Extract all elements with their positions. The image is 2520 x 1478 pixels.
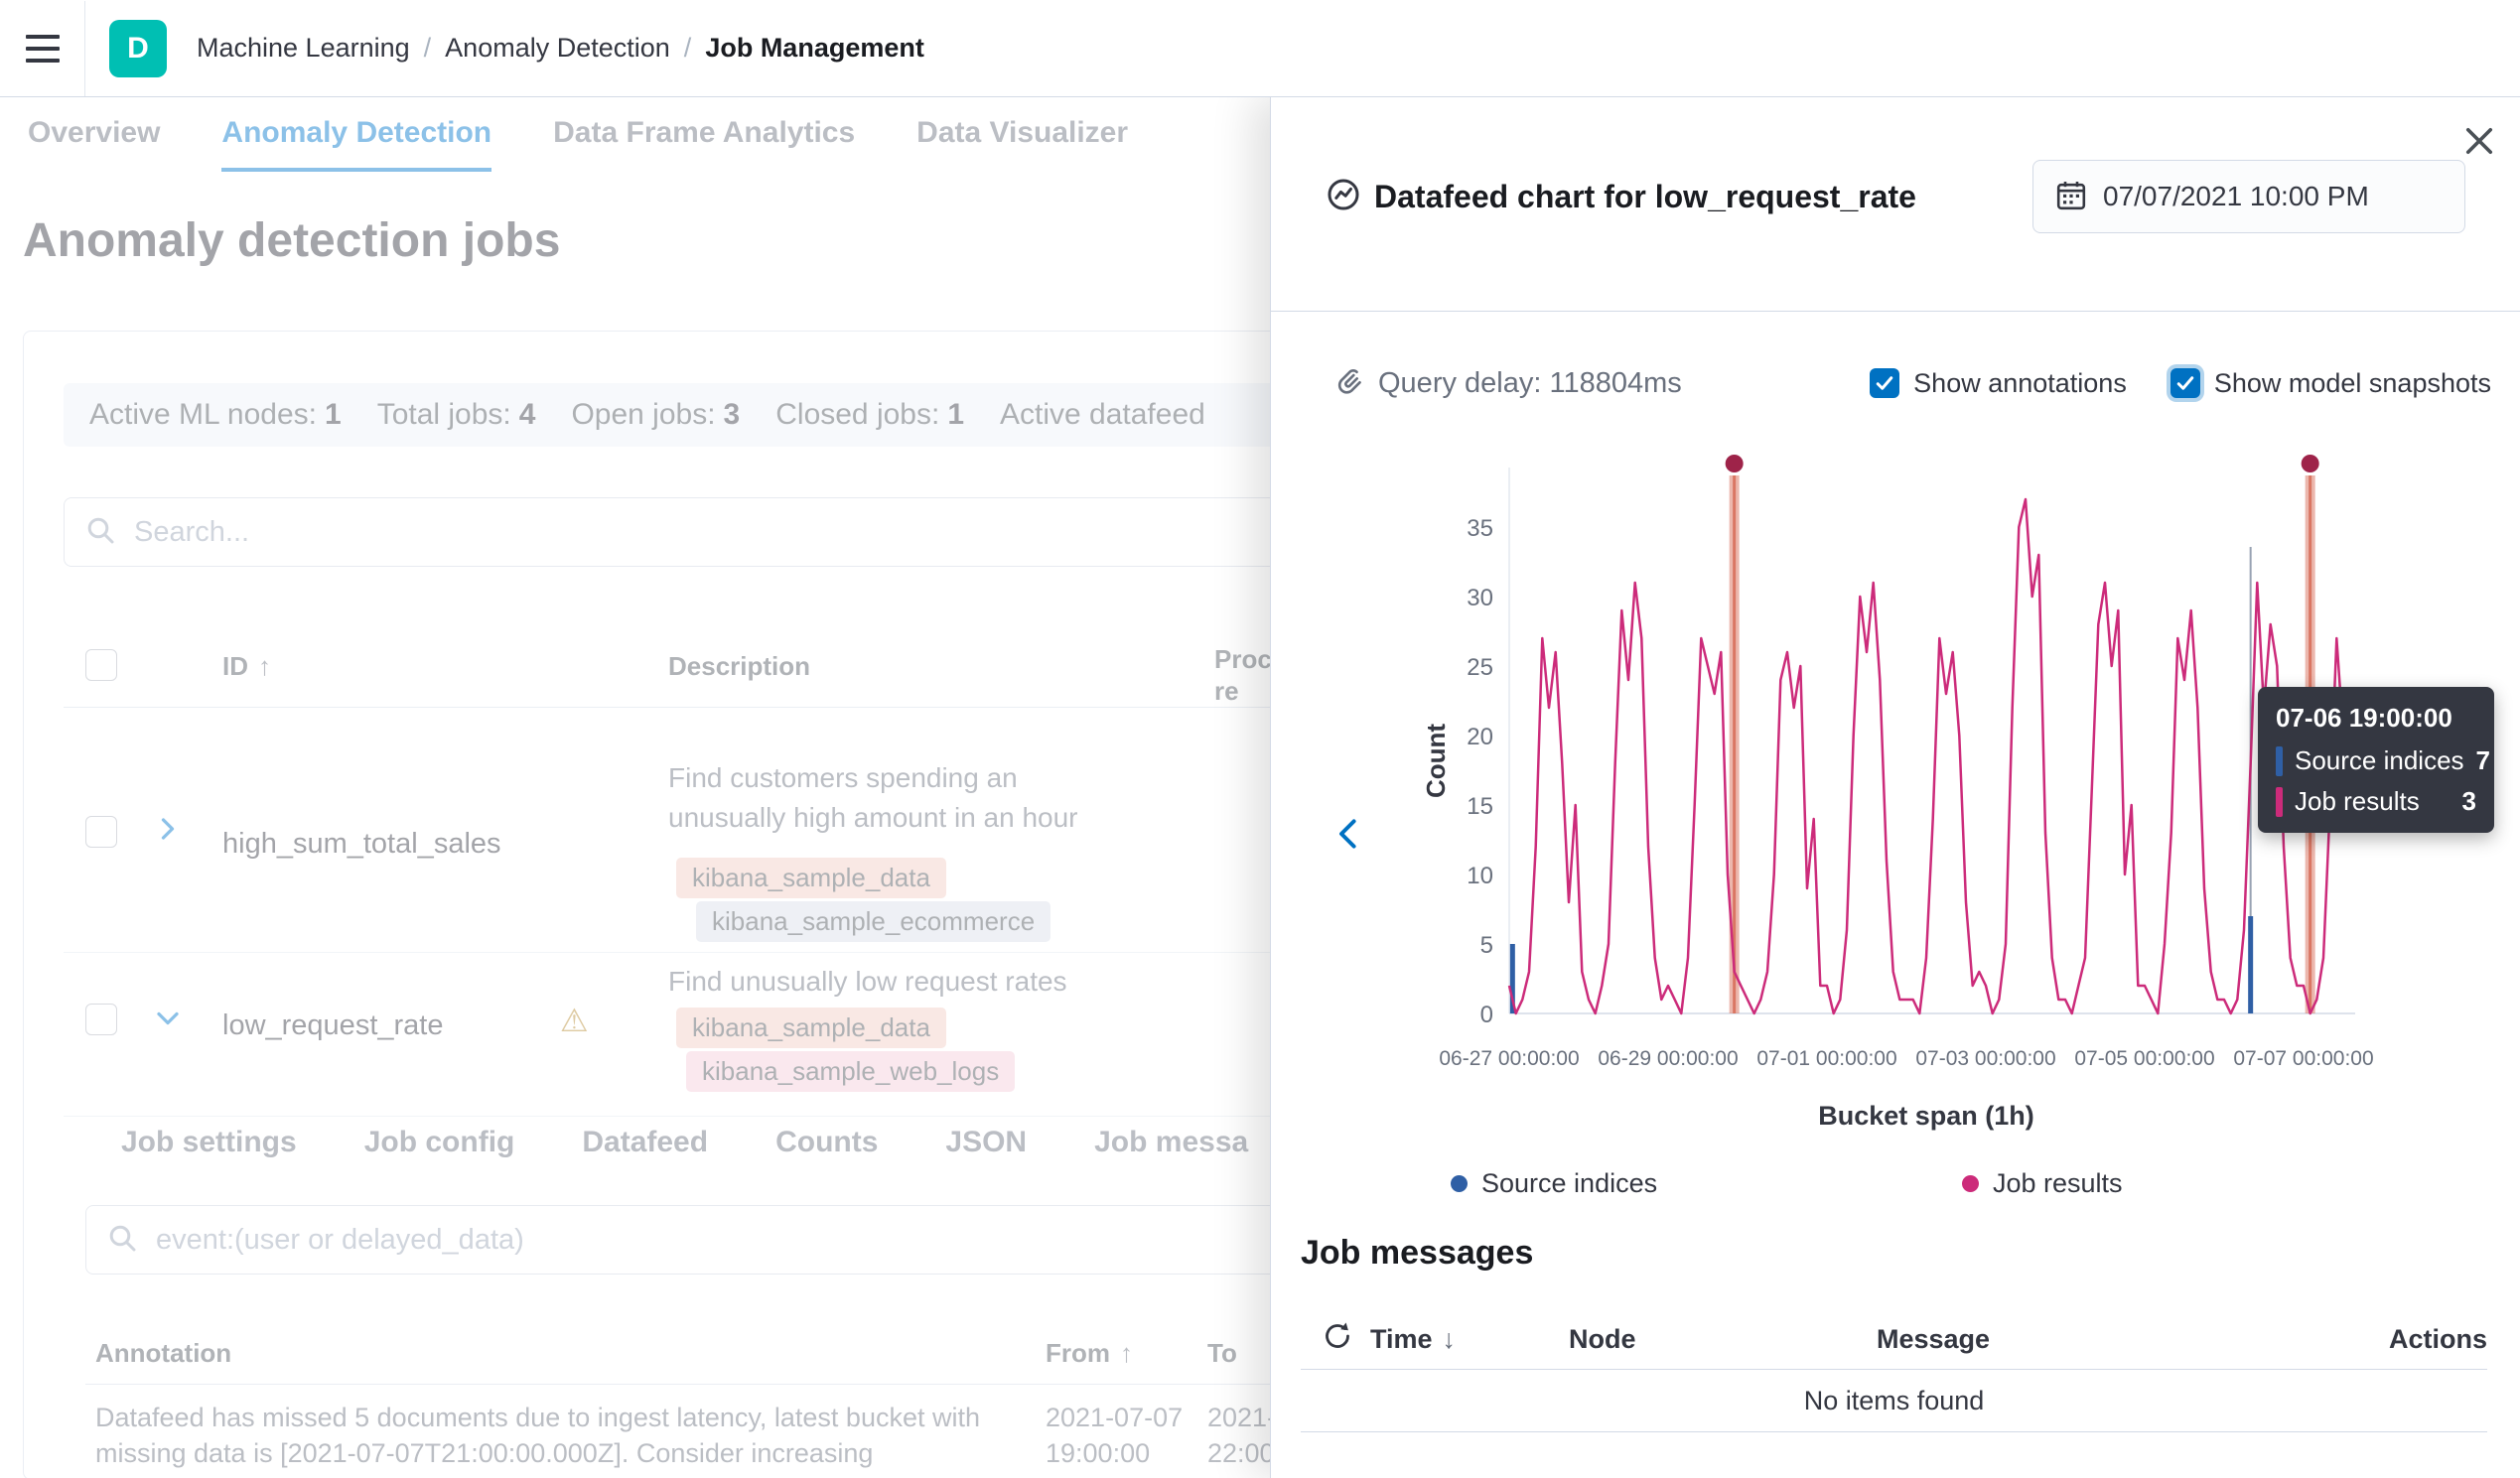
chart-tooltip: 07-06 19:00:00 Source indices 7 Job resu… (2258, 687, 2494, 833)
svg-text:07-05 00:00:00: 07-05 00:00:00 (2074, 1047, 2214, 1070)
svg-text:25: 25 (1467, 654, 1493, 681)
chevron-left-icon[interactable] (1329, 813, 1372, 857)
breadcrumb-separator-icon: / (424, 33, 432, 64)
datafeed-chart-icon (1327, 178, 1360, 216)
job-messages-title: Job messages (1301, 1234, 1533, 1273)
tooltip-row: Source indices 7 (2276, 745, 2476, 776)
svg-text:35: 35 (1467, 515, 1493, 542)
svg-text:15: 15 (1467, 793, 1493, 820)
app-header: D Machine Learning / Anomaly Detection /… (0, 0, 2520, 97)
breadcrumb-separator-icon: / (684, 33, 692, 64)
svg-text:07-01 00:00:00: 07-01 00:00:00 (1756, 1047, 1896, 1070)
svg-text:0: 0 (1480, 1002, 1493, 1028)
breadcrumb: Machine Learning / Anomaly Detection / J… (197, 33, 924, 64)
svg-text:07-07 00:00:00: 07-07 00:00:00 (2233, 1047, 2373, 1070)
svg-text:20: 20 (1467, 724, 1493, 750)
breadcrumb-machine-learning[interactable]: Machine Learning (197, 33, 410, 64)
svg-text:30: 30 (1467, 585, 1493, 611)
column-actions: Actions (2358, 1324, 2487, 1355)
date-picker-value: 07/07/2021 10:00 PM (2103, 181, 2369, 212)
checkbox-checked-icon (2170, 368, 2200, 398)
svg-text:Bucket span (1h): Bucket span (1h) (1818, 1101, 2034, 1131)
breadcrumb-anomaly-detection[interactable]: Anomaly Detection (445, 33, 670, 64)
svg-text:07-03 00:00:00: 07-03 00:00:00 (1915, 1047, 2055, 1070)
divider (1271, 311, 2520, 312)
flyout-title: Datafeed chart for low_request_rate (1374, 179, 1916, 215)
breadcrumb-job-management: Job Management (705, 33, 924, 64)
datafeed-chart-plot[interactable]: 0 5 10 15 20 25 30 35 06-27 00:00:00 06-29 00:00:… (1430, 448, 2383, 1142)
space-avatar[interactable]: D (109, 20, 167, 77)
checkbox-label: Show annotations (1913, 368, 2127, 399)
datafeed-chart-flyout: Datafeed chart for low_request_rate 07/0… (1270, 96, 2520, 1478)
tooltip-title: 07-06 19:00:00 (2276, 703, 2476, 734)
tooltip-row: Job results 3 (2276, 786, 2476, 817)
legend-dot-icon (1451, 1175, 1468, 1192)
show-annotations-checkbox[interactable]: Show annotations (1870, 368, 2127, 399)
chart-legend: Source indices Job results (1271, 1168, 2520, 1208)
hamburger-icon (26, 35, 60, 39)
paperclip-icon (1334, 366, 1364, 401)
legend-source-indices[interactable]: Source indices (1451, 1168, 1657, 1199)
series-color-bar (2276, 746, 2283, 776)
legend-dot-icon (1962, 1175, 1979, 1192)
sort-desc-icon: ↓ (1443, 1324, 1457, 1354)
checkbox-checked-icon (1870, 368, 1899, 398)
kibana-ml-screen: D Machine Learning / Anomaly Detection /… (0, 0, 2520, 1478)
query-delay-row: Query delay: 118804ms Show annotations S… (1334, 352, 2491, 414)
menu-toggle-button[interactable] (0, 1, 85, 96)
svg-text:06-29 00:00:00: 06-29 00:00:00 (1598, 1047, 1738, 1070)
flyout-header: Datafeed chart for low_request_rate 07/0… (1327, 154, 2465, 239)
empty-table-message: No items found (1301, 1370, 2487, 1432)
column-node: Node (1569, 1324, 1877, 1355)
job-messages-table-header: Time↓ Node Message Actions (1301, 1309, 2487, 1370)
column-time[interactable]: Time↓ (1370, 1324, 1569, 1355)
legend-job-results[interactable]: Job results (1962, 1168, 2123, 1199)
series-color-bar (2276, 787, 2283, 817)
column-message: Message (1877, 1324, 2358, 1355)
show-model-snapshots-checkbox[interactable]: Show model snapshots (2170, 368, 2491, 399)
svg-text:5: 5 (1480, 932, 1493, 959)
query-delay-text: Query delay: 118804ms (1378, 367, 1682, 400)
svg-text:10: 10 (1467, 863, 1493, 889)
svg-text:06-27 00:00:00: 06-27 00:00:00 (1439, 1047, 1579, 1070)
job-messages-table: Time↓ Node Message Actions No items foun… (1301, 1309, 2487, 1432)
refresh-icon[interactable] (1323, 1321, 1370, 1358)
checkbox-label: Show model snapshots (2214, 368, 2491, 399)
calendar-icon (2055, 180, 2087, 214)
date-picker[interactable]: 07/07/2021 10:00 PM (2032, 160, 2465, 233)
chart-svg: 0 5 10 15 20 25 30 35 06-27 00:00:00 06-29 00:00:… (1430, 448, 2383, 1142)
